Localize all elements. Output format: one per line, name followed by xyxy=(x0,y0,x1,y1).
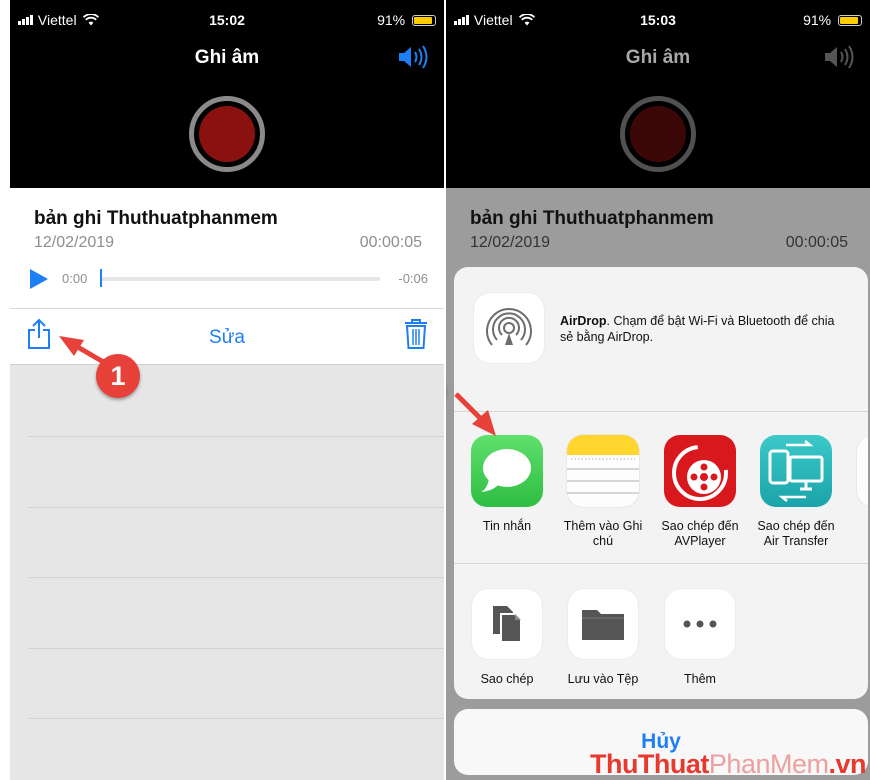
scrubber-track[interactable] xyxy=(100,277,380,281)
signal-icon xyxy=(454,12,470,28)
air-transfer-icon xyxy=(760,435,832,507)
recorder-header: Viettel 15:02 91% Ghi âm xyxy=(10,0,444,188)
share-app-label: Sao chép đến AVPlayer xyxy=(661,519,739,548)
watermark-part-a: ThuThuat xyxy=(589,749,709,779)
list-divider xyxy=(28,648,444,649)
recording-name: bản ghi Thuthuatphanmem xyxy=(470,208,714,229)
action-label: Lưu vào Tệp xyxy=(567,672,639,686)
speaker-icon[interactable] xyxy=(396,44,430,70)
step-badge-1: 1 xyxy=(96,354,140,398)
page-title: Ghi âm xyxy=(625,47,691,68)
share-app-air-transfer[interactable]: Sao chép đến Air Transfer xyxy=(751,435,841,549)
speaker-icon xyxy=(825,45,854,69)
share-app-label: Sao chép đến Air Transfer xyxy=(757,519,835,548)
list-divider xyxy=(28,577,444,578)
airdrop-title: AirDrop xyxy=(560,314,607,328)
copy-icon xyxy=(472,589,542,659)
battery-icon xyxy=(838,15,862,26)
action-copy[interactable]: Sao chép xyxy=(462,589,552,686)
recorder-header-dimmed: Viettel 15:03 91% Ghi âm xyxy=(446,0,870,188)
right-phone-screen: Viettel 15:03 91% Ghi âm bản ghi Thuthua… xyxy=(446,0,870,780)
left-phone-screen: Viettel 15:02 91% Ghi âm bản ghi Thuthua… xyxy=(10,0,444,780)
watermark-part-b: PhanMem xyxy=(708,749,829,779)
folder-icon xyxy=(568,589,638,659)
status-carrier: Viettel xyxy=(454,12,536,28)
signal-icon xyxy=(18,12,34,28)
status-time: 15:03 xyxy=(640,12,676,28)
notes-icon xyxy=(567,435,639,507)
record-button xyxy=(620,96,696,172)
share-app-label: Thêm vào Ghi chú xyxy=(563,519,643,548)
wifi-icon xyxy=(519,13,536,26)
play-icon[interactable] xyxy=(29,268,49,290)
scrubber-handle[interactable] xyxy=(100,269,102,287)
recording-date: 12/02/2019 xyxy=(470,234,551,251)
wifi-icon xyxy=(83,13,100,26)
battery-percent: 91% xyxy=(377,12,406,28)
recording-name: bản ghi Thuthuatphanmem xyxy=(34,208,278,229)
share-app-avplayer[interactable]: Sao chép đến AVPlayer xyxy=(655,435,745,549)
carrier-label: Viettel xyxy=(473,12,513,28)
annotation-arrow-2 xyxy=(454,392,496,436)
list-divider xyxy=(28,436,444,437)
airdrop-description: AirDrop. Chạm để bật Wi-Fi và Bluetooth … xyxy=(560,313,850,345)
status-carrier: Viettel xyxy=(18,12,100,28)
trash-icon[interactable] xyxy=(404,318,428,350)
sheet-divider xyxy=(454,411,868,412)
watermark-part-c: .vn xyxy=(828,749,866,779)
action-save-to-files[interactable]: Lưu vào Tệp xyxy=(558,589,648,686)
status-time: 15:02 xyxy=(209,12,245,28)
avplayer-icon xyxy=(664,435,736,507)
card-divider xyxy=(10,308,444,309)
battery-percent: 91% xyxy=(803,12,832,28)
recording-date: 12/02/2019 xyxy=(34,234,115,251)
share-app-label: Tin nhắn xyxy=(482,519,532,533)
share-app-label: S đ xyxy=(848,519,868,534)
status-battery: 91% xyxy=(803,12,862,28)
share-sheet: AirDrop. Chạm để bật Wi-Fi và Bluetooth … xyxy=(454,267,868,699)
status-battery: 91% xyxy=(377,12,436,28)
elapsed-time: 0:00 xyxy=(62,271,88,286)
sheet-divider xyxy=(454,563,868,564)
share-app-partial[interactable]: S đ xyxy=(848,435,868,534)
remaining-time: -0:06 xyxy=(398,271,428,286)
more-icon xyxy=(665,589,735,659)
share-icon[interactable] xyxy=(27,318,51,350)
list-divider xyxy=(28,718,444,719)
action-label: Thêm xyxy=(684,672,716,686)
partial-app-icon xyxy=(857,435,868,507)
watermark: ThuThuatPhanMem.vn xyxy=(589,749,867,780)
edit-button-label[interactable]: Sửa xyxy=(209,327,245,348)
action-label: Sao chép xyxy=(480,672,534,686)
recording-card-dimmed: bản ghi Thuthuatphanmem 12/02/2019 00:00… xyxy=(446,188,870,268)
battery-icon xyxy=(412,15,436,26)
share-app-notes[interactable]: Thêm vào Ghi chú xyxy=(558,435,648,549)
action-more[interactable]: Thêm xyxy=(655,589,745,686)
recording-duration: 00:00:05 xyxy=(359,234,422,251)
record-button[interactable] xyxy=(189,96,265,172)
messages-icon xyxy=(471,435,543,507)
share-app-messages[interactable]: Tin nhắn xyxy=(462,435,552,534)
recording-duration: 00:00:05 xyxy=(785,234,848,251)
airdrop-icon[interactable] xyxy=(474,293,544,363)
page-title: Ghi âm xyxy=(194,47,260,68)
carrier-label: Viettel xyxy=(37,12,77,28)
list-divider xyxy=(28,507,444,508)
